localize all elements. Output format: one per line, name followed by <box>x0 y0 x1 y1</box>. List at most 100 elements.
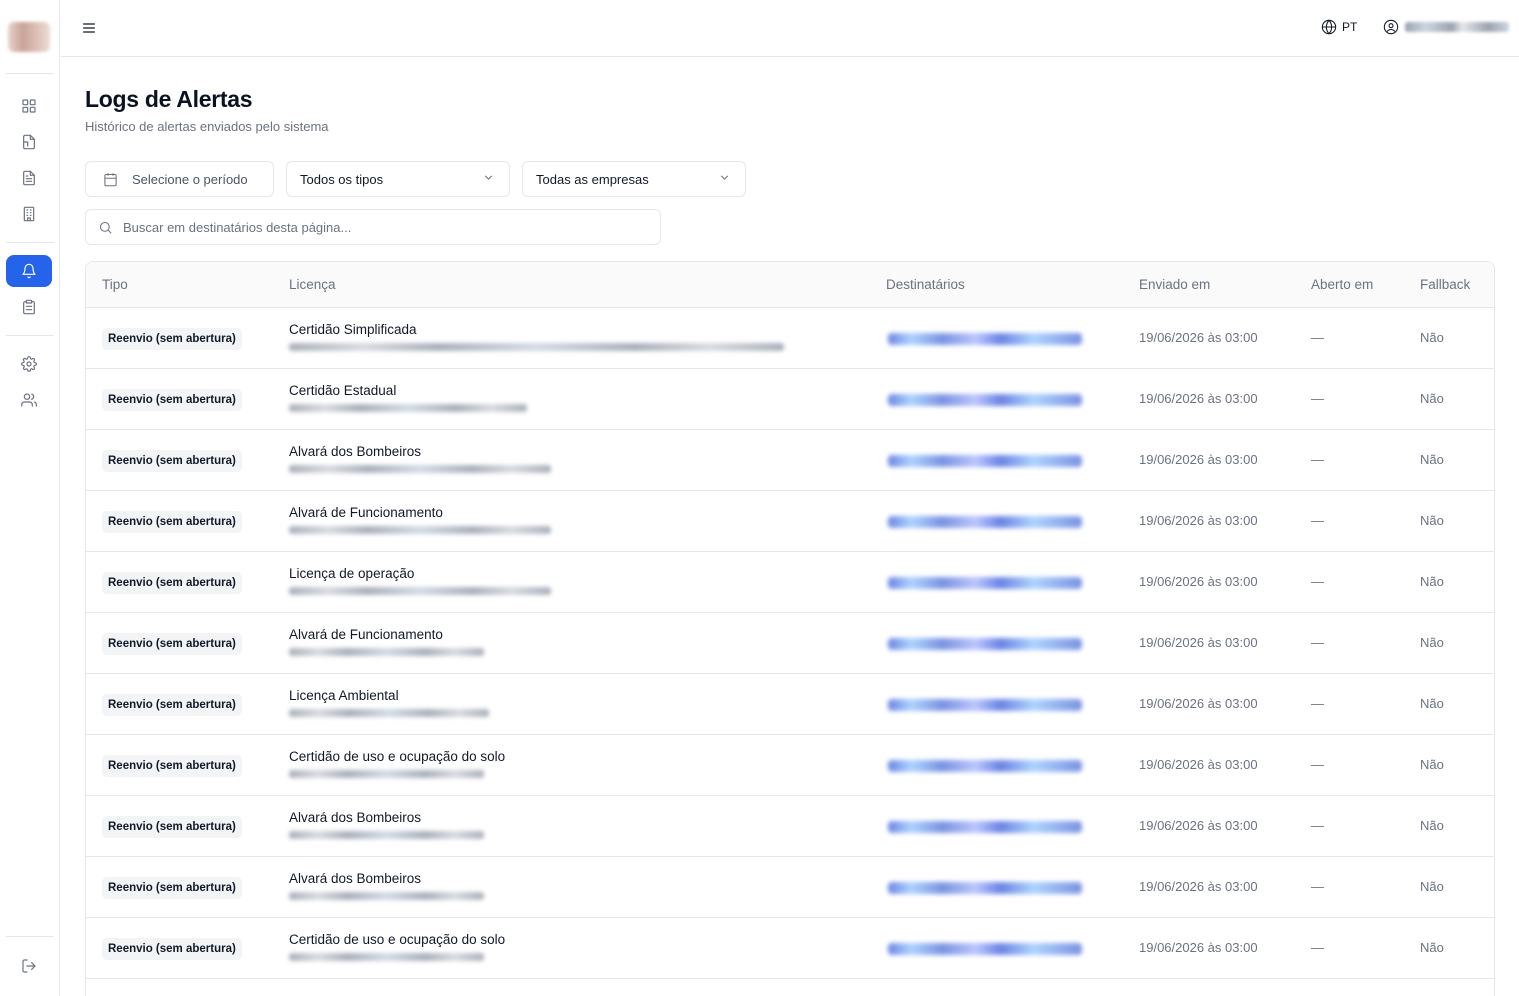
sent-at: 19/06/2026 às 03:00 <box>1139 635 1258 650</box>
page-title: Logs de Alertas <box>85 86 253 112</box>
alert-type-badge: Reenvio (sem abertura) <box>102 694 242 716</box>
license-name: Alvará de Funcionamento <box>289 627 443 642</box>
column-header-destinatarios: Destinatários <box>886 277 965 292</box>
table-row[interactable]: Reenvio (sem abertura) Licença Ambiental 1… <box>86 674 1494 735</box>
recipients-redacted <box>888 516 1082 528</box>
column-header-aberto: Aberto em <box>1311 277 1374 292</box>
company-logo[interactable] <box>8 22 50 52</box>
language-label: PT <box>1342 20 1358 34</box>
table-row[interactable]: Reenvio (sem abertura) Alvará dos Bombeir… <box>86 857 1494 918</box>
license-name: Certidão de uso e ocupação do solo <box>289 932 506 947</box>
fallback-value: Não <box>1420 696 1444 711</box>
license-name: Alvará dos Bombeiros <box>289 871 422 886</box>
alert-type-badge: Reenvio (sem abertura) <box>102 572 242 594</box>
table-row[interactable]: Reenvio (sem abertura) Alvará dos Bombeir… <box>86 430 1494 491</box>
fallback-value: Não <box>1420 879 1444 894</box>
sent-at: 19/06/2026 às 03:00 <box>1139 818 1258 833</box>
recipients-redacted <box>888 821 1082 833</box>
sidebar-item-files[interactable] <box>6 162 52 194</box>
sidebar-item-dashboard[interactable] <box>6 90 52 122</box>
recipients-redacted <box>888 943 1082 955</box>
opened-at: — <box>1311 818 1324 833</box>
recipients-redacted <box>888 638 1082 650</box>
alert-type-badge: Reenvio (sem abertura) <box>102 389 242 411</box>
table-header: Tipo Licença Destinatários Enviado em Ab… <box>86 262 1494 308</box>
table-row[interactable]: Reenvio (sem abertura) Alvará de Funciona… <box>86 613 1494 674</box>
sent-at: 19/06/2026 às 03:00 <box>1139 391 1258 406</box>
globe-icon <box>1321 19 1337 35</box>
recipients-redacted <box>888 455 1082 467</box>
fallback-value: Não <box>1420 574 1444 589</box>
table-row[interactable]: Reenvio (sem abertura) Certidão Estadual 1… <box>86 369 1494 430</box>
alert-type-badge: Reenvio (sem abertura) <box>102 450 242 472</box>
license-detail-redacted <box>289 465 551 473</box>
sidebar-item-settings[interactable] <box>6 348 52 380</box>
table-row[interactable]: Reenvio (sem abertura) Alvará dos Bombeir… <box>86 796 1494 857</box>
license-name: Alvará dos Bombeiros <box>289 444 422 459</box>
recipients-redacted <box>888 333 1082 345</box>
users-icon <box>21 393 37 407</box>
sent-at: 19/06/2026 às 03:00 <box>1139 696 1258 711</box>
fallback-value: Não <box>1420 391 1444 406</box>
table-row[interactable]: Reenvio (sem abertura) Certidão Simplific… <box>86 308 1494 369</box>
recipients-redacted <box>888 577 1082 589</box>
opened-at: — <box>1311 574 1324 589</box>
clipboard-icon <box>23 299 35 315</box>
type-filter-select[interactable]: Todos os tipos <box>286 161 510 197</box>
recipients-redacted <box>888 882 1082 894</box>
chevron-down-icon <box>484 175 493 180</box>
sidebar-item-companies[interactable] <box>6 198 52 230</box>
sidebar-item-alerts[interactable] <box>6 255 52 287</box>
opened-at: — <box>1311 330 1324 345</box>
table-row[interactable]: Reenvio (sem abertura) Certidão de uso e … <box>86 735 1494 796</box>
gear-icon <box>21 356 37 372</box>
logout-button[interactable] <box>6 950 52 982</box>
alert-type-badge: Reenvio (sem abertura) <box>102 633 242 655</box>
building-icon <box>23 206 35 222</box>
search-input[interactable] <box>123 219 623 235</box>
sidebar <box>0 0 60 996</box>
license-name: Certidão Estadual <box>289 383 397 398</box>
column-header-fallback: Fallback <box>1420 277 1471 292</box>
language-selector[interactable]: PT <box>1321 19 1357 35</box>
license-name: Alvará dos Bombeiros <box>289 810 422 825</box>
column-header-tipo: Tipo <box>102 277 128 292</box>
license-detail-redacted <box>289 526 551 534</box>
opened-at: — <box>1311 391 1324 406</box>
period-filter-label: Selecione o período <box>132 171 248 187</box>
company-filter-select[interactable]: Todas as empresas <box>522 161 746 197</box>
license-name: Alvará de Funcionamento <box>289 505 443 520</box>
license-detail-redacted <box>289 404 527 412</box>
fallback-value: Não <box>1420 940 1444 955</box>
topbar: PT <box>61 0 1519 57</box>
license-name: Licença Ambiental <box>289 688 399 703</box>
opened-at: — <box>1311 635 1324 650</box>
sent-at: 19/06/2026 às 03:00 <box>1139 513 1258 528</box>
fallback-value: Não <box>1420 452 1444 467</box>
opened-at: — <box>1311 513 1324 528</box>
sidebar-divider <box>6 242 54 243</box>
column-header-licenca: Licença <box>289 277 336 292</box>
documents-icon <box>23 134 35 150</box>
user-menu[interactable] <box>1383 19 1509 35</box>
opened-at: — <box>1311 879 1324 894</box>
sidebar-item-users[interactable] <box>6 384 52 416</box>
table-row[interactable]: Reenvio (sem abertura) Certidão de uso e … <box>86 918 1494 979</box>
menu-toggle-button[interactable] <box>79 18 99 38</box>
sidebar-item-documents[interactable] <box>6 126 52 158</box>
recipients-redacted <box>888 699 1082 711</box>
fallback-value: Não <box>1420 513 1444 528</box>
table-row[interactable]: Reenvio (sem abertura) Licença de operaçã… <box>86 552 1494 613</box>
table-row[interactable]: Reenvio (sem abertura) Alvará de Funciona… <box>86 491 1494 552</box>
search-icon <box>99 221 112 234</box>
calendar-icon <box>104 172 117 186</box>
sent-at: 19/06/2026 às 03:00 <box>1139 879 1258 894</box>
alert-type-badge: Reenvio (sem abertura) <box>102 816 242 838</box>
license-detail-redacted <box>289 587 551 595</box>
file-icon <box>23 170 35 186</box>
sidebar-divider <box>6 335 54 336</box>
period-filter[interactable]: Selecione o período <box>85 161 274 197</box>
company-filter-value: Todas as empresas <box>536 171 649 187</box>
sidebar-item-tasks[interactable] <box>6 291 52 323</box>
sidebar-divider <box>6 936 54 937</box>
